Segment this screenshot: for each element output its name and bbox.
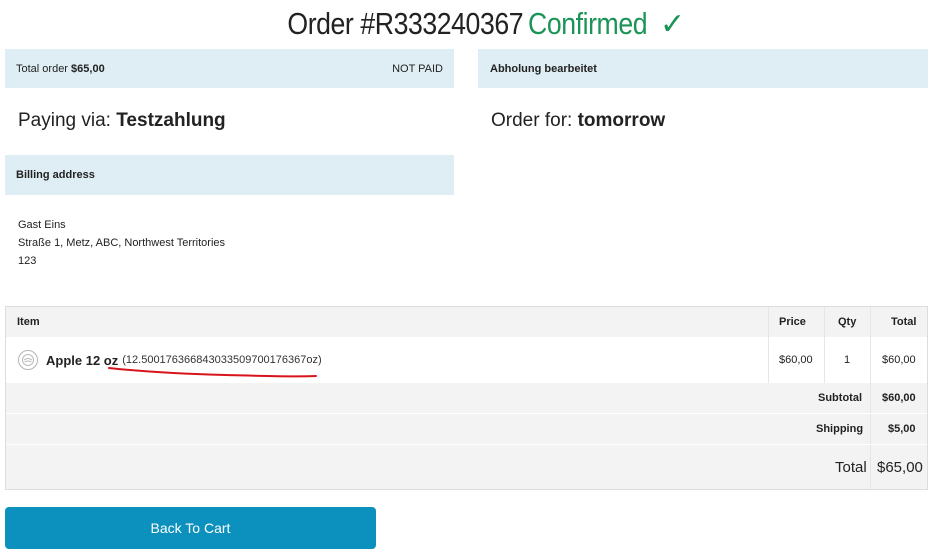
header-item: Item <box>17 316 40 328</box>
annotation-underline <box>108 367 317 378</box>
payment-method: Testzahlung <box>116 110 226 131</box>
billing-address: Gast Eins Straße 1, Metz, ABC, Northwest… <box>18 216 225 270</box>
order-total-bar: Total order $65,00 NOT PAID <box>5 49 454 88</box>
payment-method-line: Paying via: Testzahlung <box>18 110 226 132</box>
order-confirmation-page: Order #R333240367 Confirmed ✓ Total orde… <box>0 0 934 557</box>
apple-product-icon <box>18 350 38 370</box>
order-items-table: Item Price Qty Total Apple 12 oz (12.500… <box>5 306 928 490</box>
fulfillment-status: Abholung bearbeitet <box>490 62 597 75</box>
column-divider <box>870 307 871 489</box>
header-total: Total <box>891 316 917 328</box>
row-divider <box>6 444 927 445</box>
item-qty: 1 <box>844 354 851 366</box>
order-for-line: Order for: tomorrow <box>491 110 665 132</box>
order-total: Total order $65,00 <box>16 63 105 75</box>
shipping-label: Shipping <box>816 423 864 435</box>
page-title: Order #R333240367 Confirmed ✓ <box>0 4 934 44</box>
order-total-label: Total order <box>16 62 68 75</box>
total-value: $65,00 <box>877 458 923 476</box>
header-price: Price <box>779 316 806 328</box>
back-to-cart-button[interactable]: Back To Cart <box>5 507 376 549</box>
order-status: Confirmed <box>527 6 648 41</box>
payment-label: Paying via: <box>18 110 111 131</box>
order-for-label: Order for: <box>491 110 573 131</box>
header-qty: Qty <box>838 316 857 328</box>
item-total: $60,00 <box>882 354 916 366</box>
subtotal-label: Subtotal <box>818 392 862 404</box>
subtotal-value: $60,00 <box>882 392 916 404</box>
shipping-row: Shipping $5,00 <box>6 414 927 444</box>
column-divider <box>824 307 825 383</box>
billing-zip: 123 <box>18 255 37 267</box>
subtotal-row: Subtotal $60,00 <box>6 383 927 413</box>
billing-heading: Billing address <box>16 169 95 181</box>
order-number: Order #R333240367 <box>287 6 524 41</box>
order-for-value: tomorrow <box>577 110 666 131</box>
total-label: Total <box>835 458 867 476</box>
total-row: Total $65,00 <box>6 445 927 489</box>
fulfillment-bar: Abholung bearbeitet <box>478 49 928 88</box>
table-header-row: Item Price Qty Total <box>6 307 927 337</box>
item-price: $60,00 <box>779 354 813 366</box>
row-divider <box>6 413 927 414</box>
payment-status: NOT PAID <box>392 62 443 75</box>
billing-address-bar: Billing address <box>5 155 454 195</box>
billing-name: Gast Eins <box>18 219 66 231</box>
order-total-value: $65,00 <box>71 62 105 75</box>
billing-street: Straße 1, Metz, ABC, Northwest Territori… <box>18 237 226 249</box>
column-divider <box>768 307 769 383</box>
shipping-value: $5,00 <box>888 423 916 435</box>
checkmark-icon: ✓ <box>660 7 685 41</box>
